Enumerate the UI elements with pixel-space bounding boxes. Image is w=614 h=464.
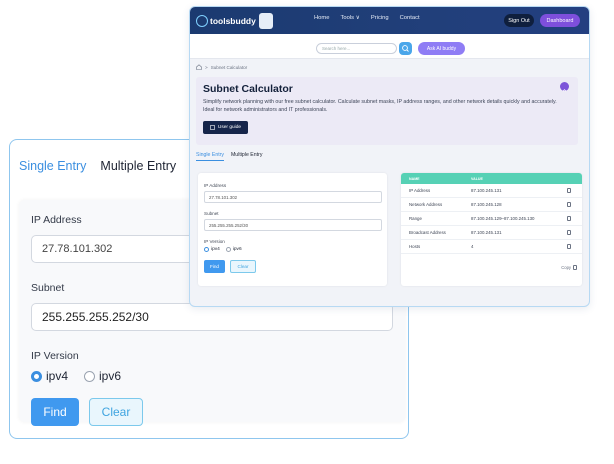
nav-home[interactable]: Home [314,15,329,21]
hero-banner: Subnet Calculator Simplify network plann… [196,77,578,145]
dashboard-button[interactable]: Dashboard [540,14,580,27]
brand-name: toolsbuddy [210,16,256,26]
subnet-select-small[interactable]: 255.255.255.252/30 [204,219,382,231]
search-icon [402,45,409,52]
row-value: 87.100.245.129–87.100.245.130 [471,216,535,221]
ipv6-label-small: ipv6 [232,247,242,252]
breadcrumb-current: Subnet Calculator [210,64,248,70]
ipv6-radio-small[interactable] [225,247,231,252]
user-guide-button[interactable]: User guide [203,121,248,134]
row-value: 87.100.245.128 [471,202,502,207]
row-value: 87.100.245.131 [471,188,502,193]
form-card-small: IP Address 27.78.101.302 Subnet 255.255.… [198,173,387,286]
nav-contact[interactable]: Contact [400,15,420,21]
col-value: VALUE [471,176,483,181]
subnet-select[interactable]: 255.255.255.252/30 [31,303,393,331]
stage: Single Entry Multiple Entry IP Address 2… [0,0,614,464]
book-icon [210,125,215,130]
page-description: Simplify network planning with our free … [203,99,557,113]
sign-out-button[interactable]: Sign Out [504,14,534,27]
ip-version-label: IP Version [31,350,79,362]
copy-all-icon [573,265,577,270]
row-value: 87.100.245.131 [471,230,502,235]
clear-button[interactable]: Clear [89,398,143,426]
page-title: Subnet Calculator [203,83,293,95]
clear-button-small[interactable]: Clear [230,260,256,273]
entry-tabs-small: Single Entry Multiple Entry [196,152,262,161]
breadcrumb: > Subnet Calculator [196,64,247,70]
home-icon[interactable] [196,64,202,70]
browser-window: toolsbuddy Home Tools ∨ Pricing Contact … [189,6,590,307]
ask-ai-buddy-button[interactable]: Ask AI buddy [418,42,465,55]
copy-icon[interactable] [567,187,571,193]
row-name: Broadcast Address [409,230,446,235]
logo-icon [196,15,208,27]
ip-address-input-small[interactable]: 27.78.101.302 [204,191,382,203]
copy-all-button[interactable]: Copy [561,265,577,270]
ipv4-radio[interactable] [31,370,42,382]
chevron-up-icon [562,89,567,92]
ipv4-label: ipv4 [46,369,69,383]
ip-address-label-small: IP Address [204,183,227,188]
search-bar: Search here... Ask AI buddy [190,34,589,59]
find-button-small[interactable]: Find [204,260,225,273]
tab-single-entry[interactable]: Single Entry [19,159,86,173]
table-row: Network Address 87.100.245.128 [401,198,582,212]
row-name: Hosts [409,244,421,249]
top-navbar: toolsbuddy Home Tools ∨ Pricing Contact … [190,7,589,34]
user-guide-label: User guide [217,125,242,130]
collapse-toggle[interactable] [560,82,569,92]
ip-version-group-small: ipv4 ipv6 [204,247,382,252]
table-row: Broadcast Address 87.100.245.131 [401,226,582,240]
results-header: NAME VALUE [401,173,582,184]
copy-icon[interactable] [567,243,571,249]
form-actions: Find Clear [31,398,395,426]
breadcrumb-separator: > [205,64,208,70]
subnet-value: 255.255.255.252/30 [42,310,149,324]
search-input[interactable]: Search here... [316,43,397,54]
ipv6-radio[interactable] [84,370,96,382]
subnet-form-small: IP Address 27.78.101.302 Subnet 255.255.… [204,183,382,273]
row-value: 4 [471,244,474,249]
subnet-label-small: Subnet [204,211,219,216]
ip-version-label-small: IP Version [204,239,225,244]
search-button[interactable] [399,42,412,55]
ipv4-radio-small[interactable] [204,247,209,252]
copy-icon[interactable] [567,201,571,207]
nav-tools[interactable]: Tools ∨ [340,15,359,21]
copy-icon[interactable] [567,229,571,235]
ipv6-label: ipv6 [99,369,122,383]
ipv4-label-small: ipv4 [211,247,220,252]
nav-pricing[interactable]: Pricing [371,15,389,21]
tab-single-entry-small[interactable]: Single Entry [196,152,224,161]
tab-multiple-entry-small[interactable]: Multiple Entry [231,152,262,161]
entry-tabs: Single Entry Multiple Entry [19,159,176,173]
form-actions-small: Find Clear [204,260,382,273]
row-name: IP Address [409,188,431,193]
row-name: Network Address [409,202,443,207]
row-name: Range [409,216,422,221]
robot-mascot-icon [258,13,273,29]
table-row: Hosts 4 [401,240,582,254]
brand-logo[interactable]: toolsbuddy [196,13,273,29]
col-name: NAME [409,176,420,181]
copy-icon[interactable] [567,215,571,221]
nav-links: Home Tools ∨ Pricing Contact [314,15,420,21]
copy-all-label: Copy [561,265,571,270]
table-row: Range 87.100.245.129–87.100.245.130 [401,212,582,226]
results-table: NAME VALUE IP Address 87.100.245.131 Net… [401,173,582,286]
ip-version-group: ipv4 ipv6 [31,369,395,383]
find-button[interactable]: Find [31,398,79,426]
tab-multiple-entry[interactable]: Multiple Entry [100,159,176,173]
table-row: IP Address 87.100.245.131 [401,184,582,198]
